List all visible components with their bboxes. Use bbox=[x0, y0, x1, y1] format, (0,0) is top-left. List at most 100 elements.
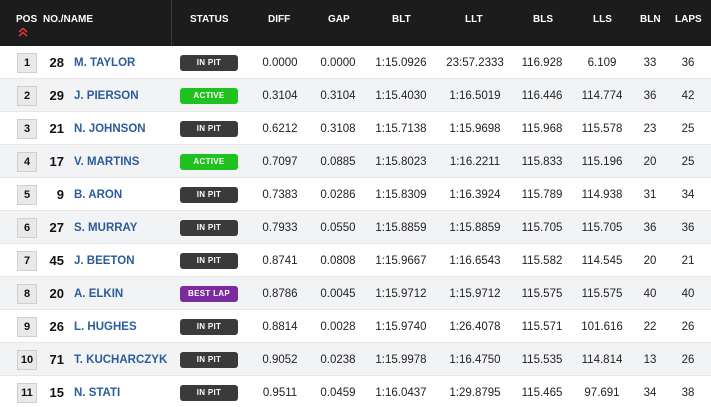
gap-cell: 0.3104 bbox=[320, 90, 356, 102]
table-row[interactable]: 10 71 T. KUCHARCZYK IN PIT 0.9052 0.0238 1:15.… bbox=[0, 343, 711, 376]
col-header-laps[interactable]: LAPS bbox=[675, 14, 702, 26]
best-lap-number-cell: 36 bbox=[643, 90, 657, 102]
best-lap-time-cell: 1:15.9667 bbox=[375, 255, 427, 267]
col-header-pos[interactable]: POS bbox=[16, 14, 37, 26]
best-lap-number-cell: 20 bbox=[643, 255, 657, 267]
table-row[interactable]: 4 17 V. MARTINS ACTIVE 0.7097 0.0885 1:15.8023… bbox=[0, 145, 711, 178]
driver-name-link[interactable]: S. MURRAY bbox=[74, 222, 137, 235]
table-row[interactable]: 6 27 S. MURRAY IN PIT 0.7933 0.0550 1:15.8859 1… bbox=[0, 211, 711, 244]
best-lap-speed-cell: 115.571 bbox=[521, 321, 563, 333]
diff-cell: 0.0000 bbox=[262, 57, 298, 69]
last-lap-speed-cell: 114.938 bbox=[581, 189, 623, 201]
best-lap-speed-cell: 115.705 bbox=[521, 222, 563, 234]
best-lap-number-cell: 31 bbox=[643, 189, 657, 201]
driver-name-link[interactable]: B. ARON bbox=[74, 189, 122, 202]
col-header-status[interactable]: STATUS bbox=[190, 14, 229, 26]
table-row[interactable]: 9 26 L. HUGHES IN PIT 0.8814 0.0028 1:15.9740 1… bbox=[0, 310, 711, 343]
gap-cell: 0.0000 bbox=[320, 57, 356, 69]
driver-name-link[interactable]: J. PIERSON bbox=[74, 90, 139, 103]
col-header-blt[interactable]: BLT bbox=[392, 14, 411, 26]
table-row[interactable]: 2 29 J. PIERSON ACTIVE 0.3104 0.3104 1:15.4030… bbox=[0, 79, 711, 112]
best-lap-speed-cell: 115.575 bbox=[521, 288, 563, 300]
position-box: 4 bbox=[17, 152, 37, 172]
diff-cell: 0.7383 bbox=[262, 189, 298, 201]
table-row[interactable]: 1 28 M. TAYLOR IN PIT 0.0000 0.0000 1:15.0926 2… bbox=[0, 46, 711, 79]
table-row[interactable]: 3 21 N. JOHNSON IN PIT 0.6212 0.3108 1:15.7138… bbox=[0, 112, 711, 145]
status-badge: IN PIT bbox=[180, 319, 238, 335]
best-lap-speed-cell: 115.535 bbox=[521, 354, 563, 366]
last-lap-time-cell: 1:15.9712 bbox=[449, 288, 501, 300]
gap-cell: 0.0885 bbox=[320, 156, 356, 168]
best-lap-time-cell: 1:15.0926 bbox=[375, 57, 427, 69]
best-lap-time-cell: 1:16.0437 bbox=[375, 387, 427, 399]
status-badge: ACTIVE bbox=[180, 88, 238, 104]
col-header-bln[interactable]: BLN bbox=[640, 14, 661, 26]
table-row[interactable]: 5 9 B. ARON IN PIT 0.7383 0.0286 1:15.8309 1:16… bbox=[0, 178, 711, 211]
car-number: 17 bbox=[49, 154, 64, 169]
laps-cell: 38 bbox=[681, 387, 695, 399]
position-box: 11 bbox=[17, 383, 37, 403]
table-row[interactable]: 11 15 N. STATI IN PIT 0.9511 0.0459 1:16.0437 1… bbox=[0, 376, 711, 407]
driver-name-link[interactable]: L. HUGHES bbox=[74, 321, 137, 334]
best-lap-number-cell: 34 bbox=[643, 387, 657, 399]
best-lap-number-cell: 23 bbox=[643, 123, 657, 135]
laps-cell: 25 bbox=[681, 123, 695, 135]
best-lap-time-cell: 1:15.9978 bbox=[375, 354, 427, 366]
laps-cell: 36 bbox=[681, 57, 695, 69]
best-lap-time-cell: 1:15.8859 bbox=[375, 222, 427, 234]
position-box: 8 bbox=[17, 284, 37, 304]
table-row[interactable]: 8 20 A. ELKIN BEST LAP 0.8786 0.0045 1:15.9712… bbox=[0, 277, 711, 310]
diff-cell: 0.6212 bbox=[262, 123, 298, 135]
best-lap-number-cell: 36 bbox=[643, 222, 657, 234]
status-badge: IN PIT bbox=[180, 220, 238, 236]
position-box: 9 bbox=[17, 317, 37, 337]
best-lap-speed-cell: 115.582 bbox=[521, 255, 563, 267]
driver-name-link[interactable]: T. KUCHARCZYK bbox=[74, 354, 167, 367]
car-number: 28 bbox=[49, 55, 64, 70]
diff-cell: 0.8786 bbox=[262, 288, 298, 300]
status-badge: IN PIT bbox=[180, 385, 238, 401]
col-header-gap[interactable]: GAP bbox=[328, 14, 350, 26]
gap-cell: 0.0550 bbox=[320, 222, 356, 234]
laps-cell: 40 bbox=[681, 288, 695, 300]
driver-name-link[interactable]: M. TAYLOR bbox=[74, 57, 135, 70]
last-lap-speed-cell: 97.691 bbox=[584, 387, 620, 399]
col-header-name[interactable]: NO./NAME bbox=[43, 14, 93, 26]
laps-cell: 36 bbox=[681, 222, 695, 234]
driver-name-link[interactable]: N. STATI bbox=[74, 387, 120, 400]
best-lap-speed-cell: 115.465 bbox=[521, 387, 563, 399]
last-lap-speed-cell: 115.705 bbox=[581, 222, 623, 234]
best-lap-number-cell: 33 bbox=[643, 57, 657, 69]
best-lap-speed-cell: 115.833 bbox=[521, 156, 563, 168]
gap-cell: 0.0808 bbox=[320, 255, 356, 267]
col-header-bls[interactable]: BLS bbox=[533, 14, 553, 26]
table-row[interactable]: 7 45 J. BEETON IN PIT 0.8741 0.0808 1:15.9667 1… bbox=[0, 244, 711, 277]
col-header-diff[interactable]: DIFF bbox=[268, 14, 290, 26]
car-number: 21 bbox=[49, 121, 64, 136]
status-badge: IN PIT bbox=[180, 187, 238, 203]
status-badge: IN PIT bbox=[180, 352, 238, 368]
best-lap-time-cell: 1:15.8023 bbox=[375, 156, 427, 168]
sort-ascending-icon[interactable] bbox=[18, 27, 28, 37]
driver-name-link[interactable]: J. BEETON bbox=[74, 255, 135, 268]
car-number: 71 bbox=[49, 352, 64, 367]
col-header-llt[interactable]: LLT bbox=[465, 14, 483, 26]
gap-cell: 0.0045 bbox=[320, 288, 356, 300]
best-lap-number-cell: 40 bbox=[643, 288, 657, 300]
diff-cell: 0.8814 bbox=[262, 321, 298, 333]
col-header-lls[interactable]: LLS bbox=[593, 14, 612, 26]
car-number: 27 bbox=[49, 220, 64, 235]
best-lap-time-cell: 1:15.4030 bbox=[375, 90, 427, 102]
driver-name-link[interactable]: V. MARTINS bbox=[74, 156, 139, 169]
timing-board: POS NO./NAME STATUS DIFF GAP BLT LLT BLS… bbox=[0, 0, 711, 407]
position-box: 6 bbox=[17, 218, 37, 238]
position-box: 2 bbox=[17, 86, 37, 106]
car-number: 26 bbox=[49, 319, 64, 334]
status-badge: BEST LAP bbox=[180, 286, 238, 302]
last-lap-time-cell: 1:16.2211 bbox=[449, 156, 501, 168]
driver-name-link[interactable]: N. JOHNSON bbox=[74, 123, 146, 136]
status-badge: ACTIVE bbox=[180, 154, 238, 170]
best-lap-speed-cell: 115.789 bbox=[521, 189, 563, 201]
driver-name-link[interactable]: A. ELKIN bbox=[74, 288, 123, 301]
laps-cell: 34 bbox=[681, 189, 695, 201]
